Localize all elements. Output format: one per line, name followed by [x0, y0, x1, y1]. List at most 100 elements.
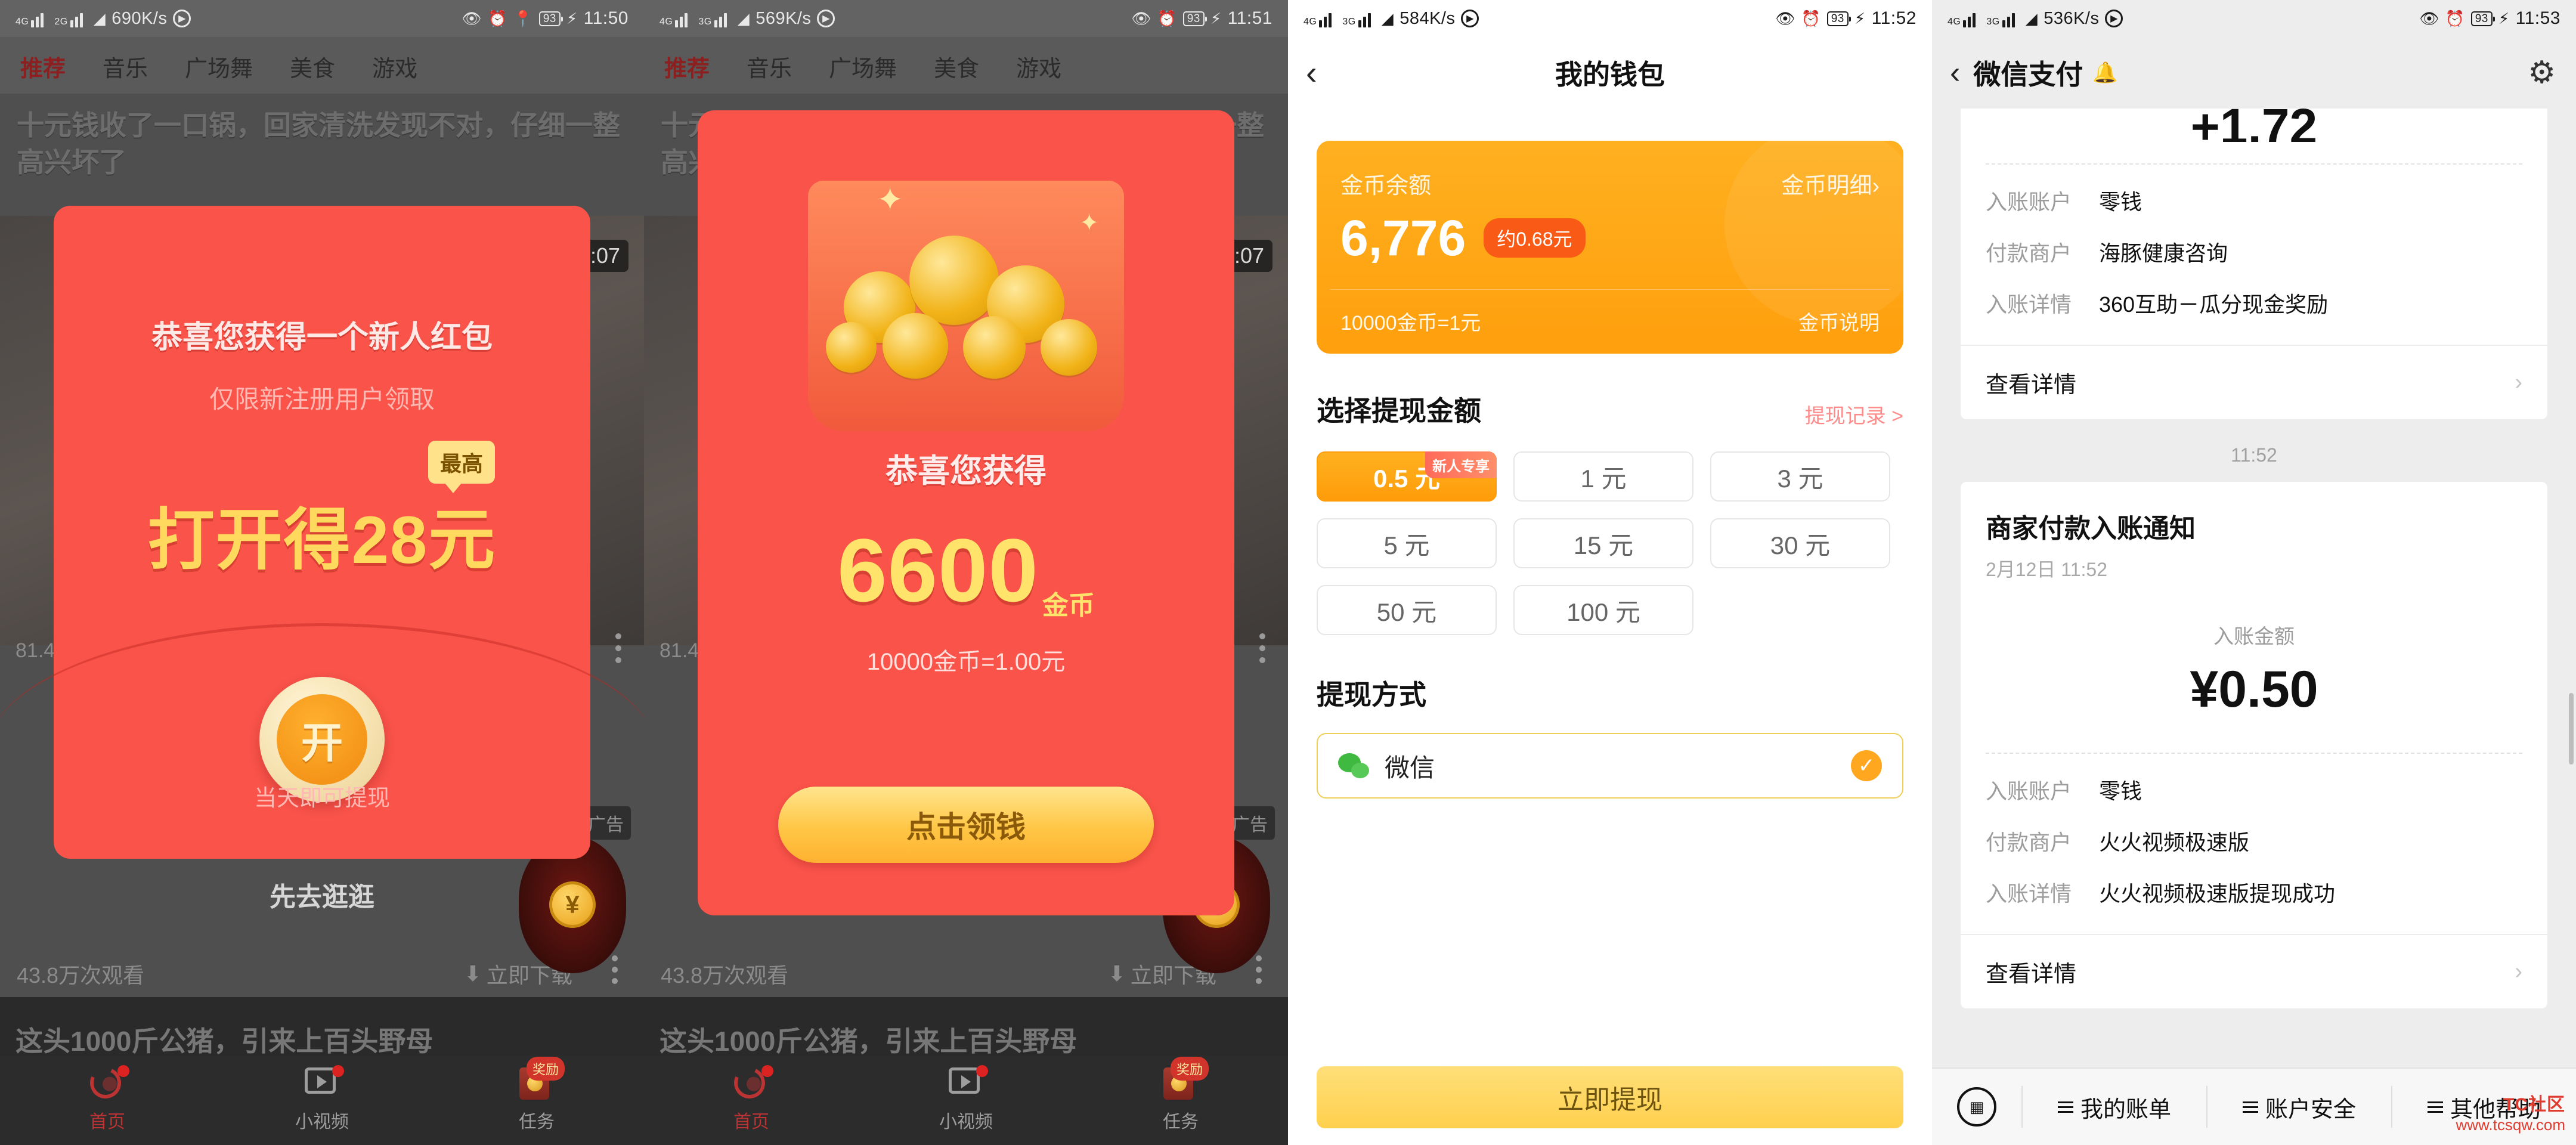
signal-icon-2: 3G — [698, 10, 731, 27]
nav-item-short-video[interactable]: 小视频 — [859, 1056, 1073, 1145]
task-icon: 奖励 — [519, 1057, 565, 1102]
keyboard-icon: ▦ — [1957, 1087, 1996, 1127]
nav-item-home[interactable]: 首页 — [0, 1056, 215, 1145]
nav-item-short-video[interactable]: 小视频 — [215, 1056, 429, 1145]
battery-level: 93 — [1826, 11, 1852, 26]
play-icon: ▶ — [2105, 10, 2123, 27]
transaction-card-2: 商家付款入账通知 2月12日 11:52 入账金额 ¥0.50 入账账户 零钱 付… — [1961, 482, 2547, 1008]
claim-money-button[interactable]: 点击领钱 — [778, 787, 1154, 863]
wallet-page: ‹ 我的钱包 金币余额 金币明细› 6,776 约0.68元 10000金币=1… — [1288, 37, 1932, 1145]
detail-row: 入账账户 零钱 — [1986, 190, 2142, 214]
wallet-navbar: ‹ 我的钱包 — [1288, 37, 1932, 109]
amount-option-5[interactable]: 30 元 — [1710, 518, 1890, 568]
status-bar: 4G 2G ◢ 690K/s ▶ 👁 ⏰ 📍 93 ⚡ 11:50 — [0, 0, 644, 37]
dashed-divider — [1986, 163, 2522, 165]
open-button-label: 开 — [277, 694, 367, 785]
signal-icon-1: 4G — [660, 10, 692, 27]
watermark: TC社区 www.tcsqw.com — [2456, 1090, 2566, 1134]
status-bar: 4G 3G ◢ 584K/s ▶ 👁 ⏰ 93 ⚡ 11:52 — [1288, 0, 1932, 37]
scrollbar[interactable] — [2569, 693, 2574, 765]
back-icon[interactable]: ‹ — [1306, 56, 1317, 89]
coins-amount: 6600 — [837, 520, 1039, 620]
amount-option-7[interactable]: 100 元 — [1513, 585, 1693, 635]
new-user-tag: 新人专享 — [1425, 451, 1497, 478]
amount-option-2[interactable]: 3 元 — [1710, 451, 1890, 502]
charging-icon: ⚡ — [1854, 10, 1866, 27]
chevron-right-icon: › — [2515, 370, 2522, 395]
coins-amount-wrap: 6600 金币 — [698, 519, 1234, 622]
alarm-icon: ⏰ — [1801, 10, 1821, 27]
nav-item-tasks[interactable]: 奖励 任务 — [1073, 1056, 1288, 1145]
panel-wechat-pay: 4G 3G ◢ 536K/s ▶ 👁 ⏰ 93 ⚡ 11:53 ‹ 微信支付 🔔… — [1932, 0, 2576, 1145]
amount-value: ¥0.50 — [2190, 661, 2318, 718]
nav-item-tasks[interactable]: 奖励 任务 — [429, 1056, 644, 1145]
watermark-title: TC社区 — [2503, 1095, 2565, 1115]
play-icon: ▶ — [173, 10, 191, 27]
wifi-icon: ◢ — [737, 10, 750, 27]
nav-item-home[interactable]: 首页 — [644, 1056, 859, 1145]
network-speed: 690K/s — [112, 8, 168, 28]
video-icon — [949, 1065, 988, 1102]
notification-date: 2月12日 11:52 — [1986, 559, 2107, 580]
max-badge: 最高 — [428, 441, 495, 493]
detail-row: 入账详情 360互助－瓜分现金奖励 — [1986, 292, 2329, 317]
withdraw-now-button[interactable]: 立即提现 — [1317, 1066, 1903, 1128]
sparkle-icon-1: ✦ — [877, 182, 904, 218]
withdraw-record-link[interactable]: 提现记录 > — [1805, 400, 1903, 429]
network-speed: 584K/s — [1400, 8, 1456, 28]
panel-my-wallet: 4G 3G ◢ 584K/s ▶ 👁 ⏰ 93 ⚡ 11:52 ‹ 我的钱包 金… — [1288, 0, 1932, 1145]
coins-pile-icon — [826, 200, 1106, 379]
gear-icon[interactable]: ⚙ — [2528, 55, 2556, 91]
back-icon[interactable]: ‹ — [1950, 57, 1960, 88]
wechat-pay-page: ‹ 微信支付 🔔 ⚙ +1.72 入账账户 零钱 付款商户 海豚健康咨询 入账详情 3… — [1932, 37, 2576, 1145]
status-clock: 11:51 — [1227, 8, 1272, 28]
view-details-link-2[interactable]: 查看详情 › — [1961, 934, 2547, 1008]
packet-amount: 打开得28元 — [147, 503, 497, 577]
coin-rate-text: 10000金币=1元 — [1340, 312, 1481, 335]
browse-first-link[interactable]: 先去逛逛 — [0, 875, 644, 914]
new-user-red-packet-modal: 恭喜您获得一个新人红包 仅限新注册用户领取 最高 打开得28元 开 当天即可提现 — [0, 206, 644, 859]
coins-exchange-rate: 10000金币=1.00元 — [866, 649, 1066, 675]
payment-method-wechat[interactable]: 微信 ✓ — [1317, 733, 1903, 799]
payment-method-title: 提现方式 — [1317, 679, 1426, 710]
task-icon: 奖励 — [1163, 1057, 1209, 1102]
amount-option-6[interactable]: 50 元 — [1317, 585, 1497, 635]
detail-row: 付款商户 火火视频极速版 — [1986, 830, 2250, 855]
eye-icon: 👁 — [462, 10, 482, 27]
chevron-right-icon: › — [2515, 959, 2522, 984]
panel-coins-reward: 4G 3G ◢ 569K/s ▶ 👁 ⏰ 93 ⚡ 11:51 推荐 音乐 广场… — [644, 0, 1288, 1145]
amount-option-3[interactable]: 5 元 — [1317, 518, 1497, 568]
wechat-pay-navbar: ‹ 微信支付 🔔 ⚙ — [1932, 37, 2576, 109]
play-icon: ▶ — [1461, 10, 1479, 27]
approx-value-badge: 约0.68元 — [1484, 218, 1586, 258]
alarm-icon: ⏰ — [487, 10, 507, 27]
eye-icon: 👁 — [2419, 10, 2439, 27]
amount-option-0[interactable]: 新人专享 0.5 元 — [1317, 451, 1497, 502]
network-speed: 569K/s — [756, 8, 812, 28]
notification-title: 商家付款入账通知 — [1986, 514, 2196, 543]
amount-option-1[interactable]: 1 元 — [1513, 451, 1693, 502]
coin-detail-link[interactable]: 金币明细› — [1781, 167, 1880, 200]
wifi-icon: ◢ — [93, 10, 106, 27]
status-bar: 4G 3G ◢ 569K/s ▶ 👁 ⏰ 93 ⚡ 11:51 — [644, 0, 1288, 37]
alarm-icon: ⏰ — [2445, 10, 2465, 27]
amount-option-4[interactable]: 15 元 — [1513, 518, 1693, 568]
menu-icon — [2242, 1101, 2258, 1113]
view-details-link-1[interactable]: 查看详情 › — [1961, 345, 2547, 419]
alarm-icon: ⏰ — [1157, 10, 1177, 27]
bottom-item-account-security[interactable]: 账户安全 — [2206, 1086, 2391, 1128]
charging-icon: ⚡ — [1210, 10, 1222, 27]
bottom-nav: 首页 小视频 奖励 任务 — [0, 1056, 644, 1145]
signal-icon-2: 3G — [1342, 10, 1375, 27]
location-icon: 📍 — [513, 10, 533, 27]
check-icon: ✓ — [1851, 750, 1882, 781]
video-icon — [305, 1065, 344, 1102]
keyboard-toggle-button[interactable]: ▦ — [1932, 1087, 2021, 1127]
bottom-item-my-bills[interactable]: 我的账单 — [2021, 1086, 2206, 1128]
signal-icon-2: 2G — [54, 10, 87, 27]
wifi-icon: ◢ — [2025, 10, 2038, 27]
coin-balance-label: 金币余额 — [1340, 174, 1432, 199]
page-title: 我的钱包 — [1555, 59, 1665, 90]
coin-explain-link[interactable]: 金币说明 — [1798, 307, 1880, 336]
menu-icon — [2427, 1101, 2443, 1113]
